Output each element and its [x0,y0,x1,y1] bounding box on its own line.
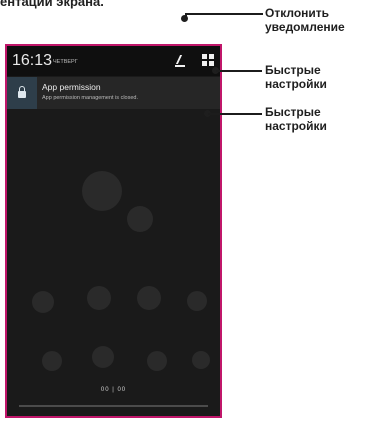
status-bar[interactable]: 16:13 ЧЕТВЕРГ [7,46,220,76]
callout-leader [185,13,263,15]
dismiss-notifications-icon[interactable] [175,55,185,67]
ghost-icon [137,286,161,310]
ghost-icon [147,351,167,371]
callout-leader [216,70,262,72]
ghost-icon [192,351,210,369]
notification-app-permission[interactable]: App permission App permission management… [7,77,220,109]
ghost-icon [127,206,153,232]
lock-icon [7,77,37,109]
notification-text: App permission management is closed. [42,95,138,101]
callout-quick-settings-label-2: Быстрые настройки [265,105,327,133]
ghost-icon [32,291,54,313]
ghost-icon [42,351,62,371]
status-time: 16:13 [12,52,53,69]
ghost-icon [92,346,114,368]
ghost-icon [187,291,207,311]
drag-handle-label: 00 | 00 [100,387,127,393]
ghost-icon [82,171,122,211]
callout-dismiss-label: Отклонить уведомление [265,6,345,34]
drag-handle[interactable] [19,405,208,407]
callout-quick-settings-label: Быстрые настройки [265,63,327,91]
phone-screen: 16:13 ЧЕТВЕРГ App permission App permiss… [5,44,222,418]
ghost-icon [87,286,111,310]
notification-title: App permission [42,82,101,92]
callout-leader [208,113,262,115]
quick-settings-icon[interactable] [202,54,214,66]
cutoff-heading: ентации экрана. [0,0,104,9]
status-date: ЧЕТВЕРГ [53,59,78,65]
